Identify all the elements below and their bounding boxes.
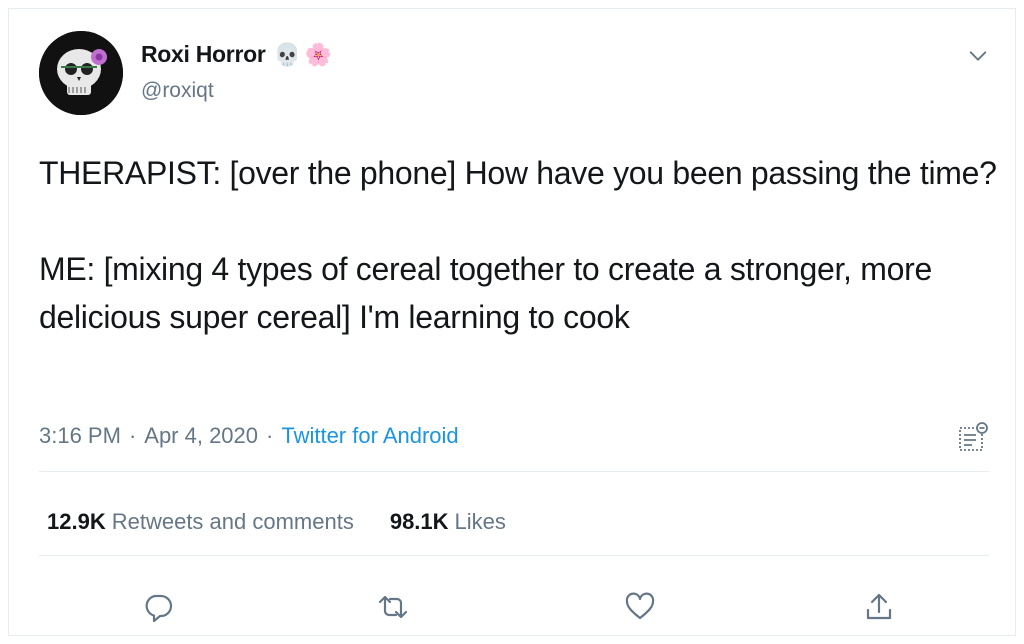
tweet-meta: 3:16 PM · Apr 4, 2020 · Twitter for Andr… <box>39 423 459 449</box>
likes-stat[interactable]: 98.1K Likes <box>390 509 506 535</box>
tweet-text: THERAPIST: [over the phone] How have you… <box>39 155 997 335</box>
tweet-time[interactable]: 3:16 PM <box>39 423 121 449</box>
avatar[interactable] <box>39 31 123 115</box>
retweets-count: 12.9K <box>47 509 106 534</box>
chevron-down-icon[interactable] <box>967 45 989 67</box>
retweets-stat[interactable]: 12.9K Retweets and comments <box>47 509 354 535</box>
analytics-icon[interactable] <box>957 421 989 453</box>
tweet-stats: 12.9K Retweets and comments 98.1K Likes <box>47 509 506 535</box>
meta-separator: · <box>128 423 137 448</box>
retweets-label: Retweets and comments <box>111 509 354 534</box>
tweet-actions <box>9 585 1017 629</box>
likes-label: Likes <box>454 509 506 534</box>
skull-avatar-image <box>39 31 123 115</box>
meta-separator: · <box>266 423 274 448</box>
share-button[interactable] <box>857 585 901 629</box>
reply-icon <box>145 594 173 623</box>
name-row: Roxi Horror 💀 🌸 <box>141 41 332 68</box>
skull-emoji-icon: 💀 <box>273 41 301 67</box>
divider <box>39 555 989 556</box>
reply-button[interactable] <box>136 585 180 629</box>
cherry-blossom-emoji-icon: 🌸 <box>304 41 333 67</box>
display-name[interactable]: Roxi Horror <box>141 41 266 68</box>
retweet-icon <box>378 595 408 619</box>
like-button[interactable] <box>618 585 662 629</box>
tweet-card: Roxi Horror 💀 🌸 @roxiqt THERAPIST: [over… <box>8 8 1016 636</box>
tweet-date[interactable]: Apr 4, 2020 <box>144 423 258 449</box>
tweet-source-link[interactable]: Twitter for Android <box>281 423 458 449</box>
heart-icon <box>625 592 655 620</box>
share-icon <box>866 593 892 620</box>
likes-count: 98.1K <box>389 509 449 534</box>
retweet-button[interactable] <box>371 585 415 629</box>
user-handle[interactable]: @roxiqt <box>141 79 214 103</box>
divider <box>39 471 989 472</box>
